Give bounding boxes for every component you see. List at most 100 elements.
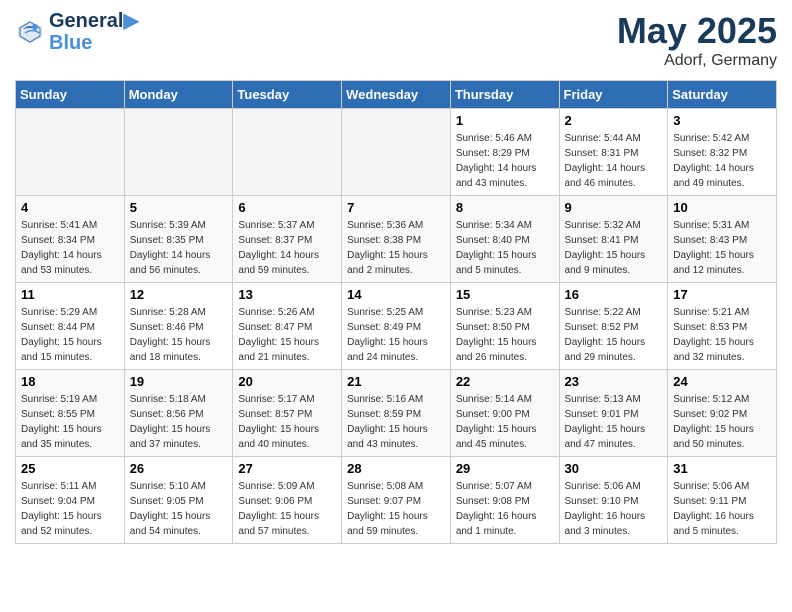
- logo-text: General▶: [49, 10, 139, 32]
- calendar-cell: [233, 109, 342, 196]
- day-info: Sunrise: 5:06 AM Sunset: 9:11 PM Dayligh…: [673, 479, 771, 539]
- calendar-table: SundayMondayTuesdayWednesdayThursdayFrid…: [15, 80, 777, 544]
- day-number: 9: [565, 200, 663, 215]
- day-info: Sunrise: 5:36 AM Sunset: 8:38 PM Dayligh…: [347, 218, 445, 278]
- calendar-cell: 8 Sunrise: 5:34 AM Sunset: 8:40 PM Daylig…: [450, 196, 559, 283]
- month-title: May 2025: [617, 10, 777, 52]
- day-info: Sunrise: 5:39 AM Sunset: 8:35 PM Dayligh…: [130, 218, 228, 278]
- day-number: 14: [347, 287, 445, 302]
- day-info: Sunrise: 5:46 AM Sunset: 8:29 PM Dayligh…: [456, 131, 554, 191]
- day-number: 26: [130, 461, 228, 476]
- week-row-3: 11 Sunrise: 5:29 AM Sunset: 8:44 PM Dayli…: [16, 283, 777, 370]
- day-info: Sunrise: 5:08 AM Sunset: 9:07 PM Dayligh…: [347, 479, 445, 539]
- day-info: Sunrise: 5:14 AM Sunset: 9:00 PM Dayligh…: [456, 392, 554, 452]
- day-number: 25: [21, 461, 119, 476]
- day-number: 4: [21, 200, 119, 215]
- day-info: Sunrise: 5:42 AM Sunset: 8:32 PM Dayligh…: [673, 131, 771, 191]
- calendar-cell: 4Sunrise: 5:41 AM Sunset: 8:34 PM Daylig…: [16, 196, 125, 283]
- day-info: Sunrise: 5:44 AM Sunset: 8:31 PM Dayligh…: [565, 131, 663, 191]
- day-info: Sunrise: 5:19 AM Sunset: 8:55 PM Dayligh…: [21, 392, 119, 452]
- calendar-cell: [124, 109, 233, 196]
- day-info: Sunrise: 5:34 AM Sunset: 8:40 PM Dayligh…: [456, 218, 554, 278]
- day-info: Sunrise: 5:07 AM Sunset: 9:08 PM Dayligh…: [456, 479, 554, 539]
- day-number: 11: [21, 287, 119, 302]
- calendar-cell: 17 Sunrise: 5:21 AM Sunset: 8:53 PM Dayli…: [668, 283, 777, 370]
- day-number: 1: [456, 113, 554, 128]
- day-info: Sunrise: 5:37 AM Sunset: 8:37 PM Dayligh…: [238, 218, 336, 278]
- calendar-cell: 19Sunrise: 5:18 AM Sunset: 8:56 PM Dayli…: [124, 370, 233, 457]
- day-header-thursday: Thursday: [450, 81, 559, 109]
- day-number: 8: [456, 200, 554, 215]
- day-header-monday: Monday: [124, 81, 233, 109]
- calendar-cell: 9Sunrise: 5:32 AM Sunset: 8:41 PM Daylig…: [559, 196, 668, 283]
- calendar-cell: 7 Sunrise: 5:36 AM Sunset: 8:38 PM Daylig…: [342, 196, 451, 283]
- header: General▶ Blue May 2025 Adorf, Germany: [15, 10, 777, 70]
- day-number: 7: [347, 200, 445, 215]
- logo-icon: [15, 17, 45, 47]
- calendar-cell: 18 Sunrise: 5:19 AM Sunset: 8:55 PM Dayli…: [16, 370, 125, 457]
- calendar-cell: 1 Sunrise: 5:46 AM Sunset: 8:29 PM Daylig…: [450, 109, 559, 196]
- calendar-cell: 11 Sunrise: 5:29 AM Sunset: 8:44 PM Dayli…: [16, 283, 125, 370]
- day-number: 3: [673, 113, 771, 128]
- day-number: 22: [456, 374, 554, 389]
- calendar-cell: 2 Sunrise: 5:44 AM Sunset: 8:31 PM Daylig…: [559, 109, 668, 196]
- calendar-cell: 30Sunrise: 5:06 AM Sunset: 9:10 PM Dayli…: [559, 457, 668, 544]
- header-row: SundayMondayTuesdayWednesdayThursdayFrid…: [16, 81, 777, 109]
- day-info: Sunrise: 5:16 AM Sunset: 8:59 PM Dayligh…: [347, 392, 445, 452]
- week-row-5: 25 Sunrise: 5:11 AM Sunset: 9:04 PM Dayli…: [16, 457, 777, 544]
- calendar-cell: 12 Sunrise: 5:28 AM Sunset: 8:46 PM Dayli…: [124, 283, 233, 370]
- day-number: 13: [238, 287, 336, 302]
- day-info: Sunrise: 5:31 AM Sunset: 8:43 PM Dayligh…: [673, 218, 771, 278]
- day-info: Sunrise: 5:10 AM Sunset: 9:05 PM Dayligh…: [130, 479, 228, 539]
- title-block: May 2025 Adorf, Germany: [617, 10, 777, 70]
- day-header-friday: Friday: [559, 81, 668, 109]
- calendar-cell: 5Sunrise: 5:39 AM Sunset: 8:35 PM Daylig…: [124, 196, 233, 283]
- day-number: 16: [565, 287, 663, 302]
- calendar-cell: 10 Sunrise: 5:31 AM Sunset: 8:43 PM Dayli…: [668, 196, 777, 283]
- logo-blue: Blue: [49, 32, 139, 54]
- calendar-cell: 24Sunrise: 5:12 AM Sunset: 9:02 PM Dayli…: [668, 370, 777, 457]
- calendar-cell: 13 Sunrise: 5:26 AM Sunset: 8:47 PM Dayli…: [233, 283, 342, 370]
- day-number: 20: [238, 374, 336, 389]
- day-info: Sunrise: 5:09 AM Sunset: 9:06 PM Dayligh…: [238, 479, 336, 539]
- day-info: Sunrise: 5:26 AM Sunset: 8:47 PM Dayligh…: [238, 305, 336, 365]
- page: General▶ Blue May 2025 Adorf, Germany Su…: [0, 0, 792, 554]
- calendar-cell: 25 Sunrise: 5:11 AM Sunset: 9:04 PM Dayli…: [16, 457, 125, 544]
- day-info: Sunrise: 5:29 AM Sunset: 8:44 PM Dayligh…: [21, 305, 119, 365]
- day-info: Sunrise: 5:23 AM Sunset: 8:50 PM Dayligh…: [456, 305, 554, 365]
- day-number: 12: [130, 287, 228, 302]
- calendar-cell: 20Sunrise: 5:17 AM Sunset: 8:57 PM Dayli…: [233, 370, 342, 457]
- day-number: 17: [673, 287, 771, 302]
- calendar-cell: 15 Sunrise: 5:23 AM Sunset: 8:50 PM Dayli…: [450, 283, 559, 370]
- day-header-saturday: Saturday: [668, 81, 777, 109]
- calendar-cell: 29Sunrise: 5:07 AM Sunset: 9:08 PM Dayli…: [450, 457, 559, 544]
- calendar-cell: [16, 109, 125, 196]
- day-info: Sunrise: 5:12 AM Sunset: 9:02 PM Dayligh…: [673, 392, 771, 452]
- calendar-cell: 3 Sunrise: 5:42 AM Sunset: 8:32 PM Daylig…: [668, 109, 777, 196]
- calendar-cell: 14Sunrise: 5:25 AM Sunset: 8:49 PM Dayli…: [342, 283, 451, 370]
- day-number: 10: [673, 200, 771, 215]
- day-number: 6: [238, 200, 336, 215]
- day-header-tuesday: Tuesday: [233, 81, 342, 109]
- day-info: Sunrise: 5:22 AM Sunset: 8:52 PM Dayligh…: [565, 305, 663, 365]
- week-row-4: 18 Sunrise: 5:19 AM Sunset: 8:55 PM Dayli…: [16, 370, 777, 457]
- day-number: 2: [565, 113, 663, 128]
- day-number: 15: [456, 287, 554, 302]
- calendar-cell: 16 Sunrise: 5:22 AM Sunset: 8:52 PM Dayli…: [559, 283, 668, 370]
- calendar-cell: 21 Sunrise: 5:16 AM Sunset: 8:59 PM Dayli…: [342, 370, 451, 457]
- calendar-cell: [342, 109, 451, 196]
- day-number: 21: [347, 374, 445, 389]
- day-info: Sunrise: 5:13 AM Sunset: 9:01 PM Dayligh…: [565, 392, 663, 452]
- day-info: Sunrise: 5:06 AM Sunset: 9:10 PM Dayligh…: [565, 479, 663, 539]
- day-number: 23: [565, 374, 663, 389]
- day-info: Sunrise: 5:11 AM Sunset: 9:04 PM Dayligh…: [21, 479, 119, 539]
- day-info: Sunrise: 5:28 AM Sunset: 8:46 PM Dayligh…: [130, 305, 228, 365]
- day-info: Sunrise: 5:21 AM Sunset: 8:53 PM Dayligh…: [673, 305, 771, 365]
- day-number: 31: [673, 461, 771, 476]
- day-header-wednesday: Wednesday: [342, 81, 451, 109]
- logo: General▶ Blue: [15, 10, 139, 54]
- day-number: 18: [21, 374, 119, 389]
- calendar-cell: 23 Sunrise: 5:13 AM Sunset: 9:01 PM Dayli…: [559, 370, 668, 457]
- week-row-2: 4Sunrise: 5:41 AM Sunset: 8:34 PM Daylig…: [16, 196, 777, 283]
- calendar-cell: 6 Sunrise: 5:37 AM Sunset: 8:37 PM Daylig…: [233, 196, 342, 283]
